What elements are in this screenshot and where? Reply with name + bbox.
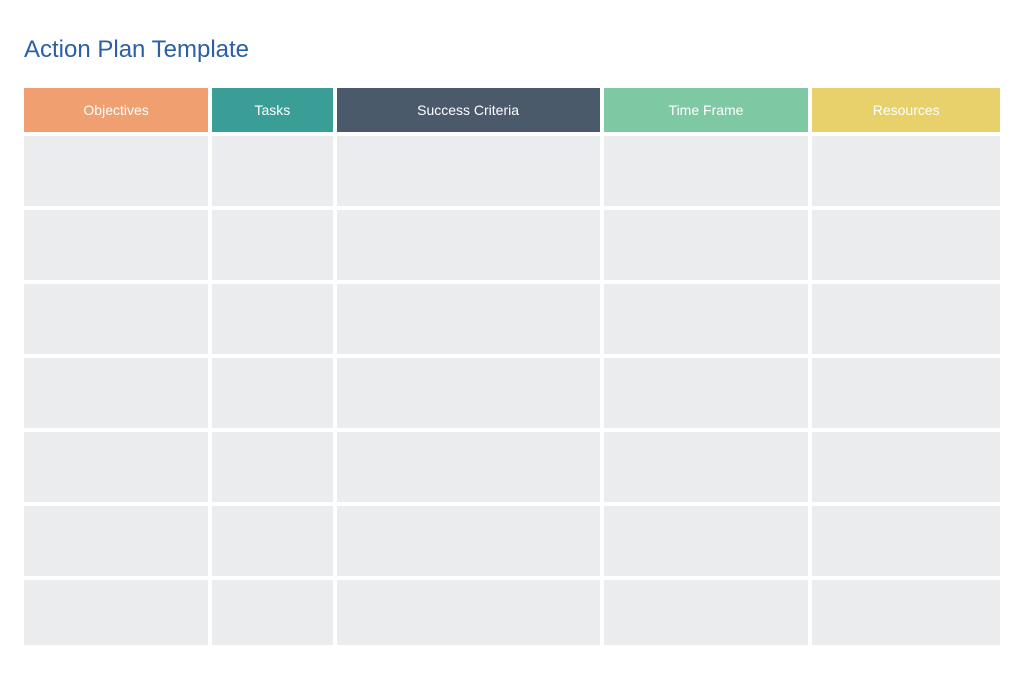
cell-objectives-3[interactable] (24, 358, 208, 428)
page-title: Action Plan Template (20, 36, 1004, 64)
cell-time-frame-4[interactable] (604, 432, 809, 502)
cell-objectives-4[interactable] (24, 432, 208, 502)
cell-success-criteria-2[interactable] (337, 284, 600, 354)
cell-tasks-6[interactable] (212, 580, 332, 645)
cell-resources-5[interactable] (812, 506, 1000, 576)
cell-resources-1[interactable] (812, 210, 1000, 280)
cell-resources-0[interactable] (812, 136, 1000, 206)
cell-tasks-5[interactable] (212, 506, 332, 576)
action-plan-table: ObjectivesTasksSuccess CriteriaTime Fram… (20, 84, 1004, 649)
cell-success-criteria-1[interactable] (337, 210, 600, 280)
cell-resources-2[interactable] (812, 284, 1000, 354)
cell-objectives-2[interactable] (24, 284, 208, 354)
header-time-frame: Time Frame (604, 88, 809, 132)
cell-success-criteria-5[interactable] (337, 506, 600, 576)
header-tasks: Tasks (212, 88, 332, 132)
header-resources: Resources (812, 88, 1000, 132)
cell-time-frame-0[interactable] (604, 136, 809, 206)
cell-success-criteria-0[interactable] (337, 136, 600, 206)
table-row (24, 432, 1000, 502)
cell-success-criteria-6[interactable] (337, 580, 600, 645)
table-row (24, 580, 1000, 645)
cell-tasks-1[interactable] (212, 210, 332, 280)
cell-resources-4[interactable] (812, 432, 1000, 502)
table-row (24, 506, 1000, 576)
header-objectives: Objectives (24, 88, 208, 132)
table-row (24, 136, 1000, 206)
cell-tasks-0[interactable] (212, 136, 332, 206)
cell-success-criteria-4[interactable] (337, 432, 600, 502)
cell-tasks-4[interactable] (212, 432, 332, 502)
table-row (24, 358, 1000, 428)
table-row (24, 210, 1000, 280)
cell-objectives-1[interactable] (24, 210, 208, 280)
cell-time-frame-2[interactable] (604, 284, 809, 354)
cell-tasks-3[interactable] (212, 358, 332, 428)
cell-tasks-2[interactable] (212, 284, 332, 354)
cell-objectives-6[interactable] (24, 580, 208, 645)
cell-objectives-0[interactable] (24, 136, 208, 206)
cell-time-frame-6[interactable] (604, 580, 809, 645)
page-container: Action Plan Template ObjectivesTasksSucc… (20, 20, 1004, 665)
cell-time-frame-3[interactable] (604, 358, 809, 428)
cell-success-criteria-3[interactable] (337, 358, 600, 428)
cell-time-frame-1[interactable] (604, 210, 809, 280)
cell-resources-3[interactable] (812, 358, 1000, 428)
cell-objectives-5[interactable] (24, 506, 208, 576)
cell-time-frame-5[interactable] (604, 506, 809, 576)
table-row (24, 284, 1000, 354)
header-success-criteria: Success Criteria (337, 88, 600, 132)
cell-resources-6[interactable] (812, 580, 1000, 645)
